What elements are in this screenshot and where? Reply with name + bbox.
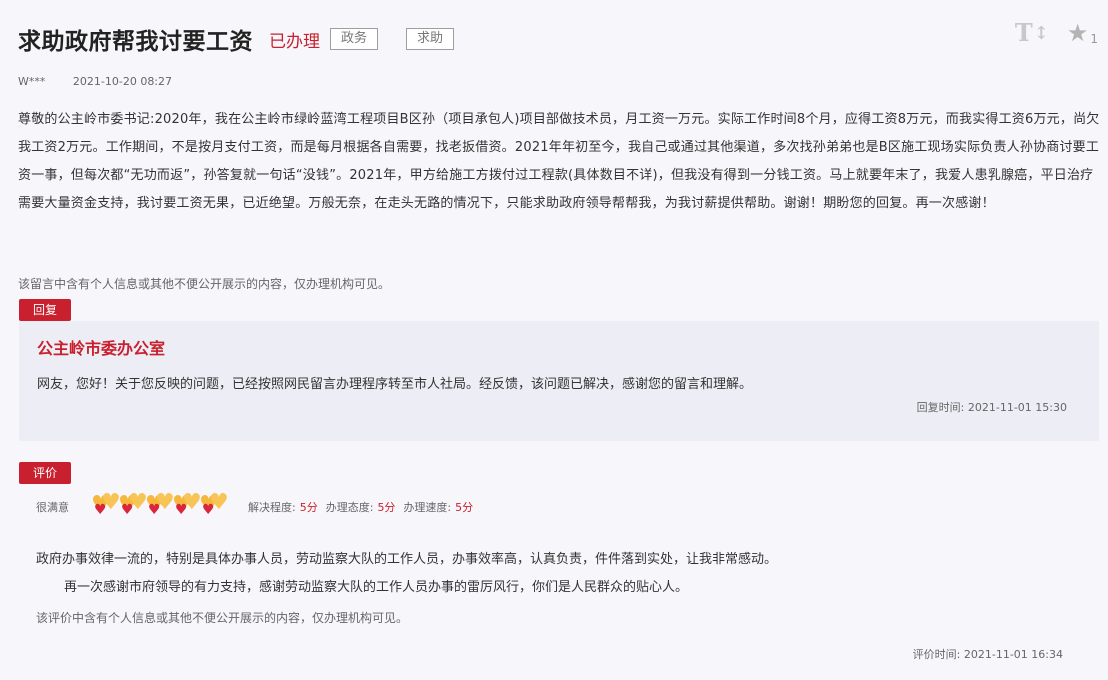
score-attitude-value: 5分 — [377, 501, 396, 514]
toolbar: T↕ ★ 1 — [1015, 18, 1098, 47]
heart-icon: ♥ ♥ ♥ — [199, 490, 229, 518]
evaluation-time-value: 2021-11-01 16:34 — [963, 648, 1063, 661]
message-content: 尊敬的公主岭市委书记:2020年，我在公主岭市绿岭蓝湾工程项目B区孙（项目承包人… — [18, 112, 1100, 211]
satisfaction-hearts: ♥ ♥ ♥ ♥ ♥ ♥ ♥ ♥ ♥ ♥ ♥ ♥ ♥ ♥ ♥ — [91, 490, 229, 520]
evaluation-badge: 评价 — [19, 462, 71, 484]
reply-badge: 回复 — [19, 299, 71, 321]
font-size-letter: T — [1014, 18, 1033, 47]
favorite-star-icon[interactable]: ★ — [1067, 19, 1089, 47]
score-speed-value: 5分 — [455, 501, 474, 514]
reply-box: 公主岭市委办公室 网友，您好！关于您反映的问题，已经按照网民留言办理程序转至市人… — [19, 321, 1099, 441]
font-size-icon[interactable]: T↕ — [1015, 18, 1049, 47]
reply-time: 回复时间: 2021-11-01 15:30 — [917, 399, 1067, 415]
author-name: W*** — [18, 75, 46, 88]
heart-icon: ♥ ♥ ♥ — [91, 490, 121, 518]
evaluation-time: 评价时间: 2021-11-01 16:34 — [913, 646, 1063, 662]
message-detail-page: 求助政府帮我讨要工资 已办理 政务 求助 T↕ ★ 1 W*** 2021-10… — [0, 0, 1108, 680]
evaluation-time-label: 评价时间: — [912, 648, 961, 661]
privacy-notice: 该留言中含有个人信息或其他不便公开展示的内容，仅办理机构可见。 — [18, 277, 391, 291]
reply-organization: 公主岭市委办公室 — [37, 339, 166, 358]
tag-government-affairs: 政务 — [330, 28, 379, 50]
tag-help-request: 求助 — [406, 28, 455, 50]
page-title: 求助政府帮我讨要工资 — [18, 29, 253, 55]
score-attitude-label: 办理态度: — [325, 501, 374, 514]
score-speed-label: 办理速度: — [403, 501, 452, 514]
status-label: 已办理 — [269, 31, 320, 52]
evaluation-text: 政府办事效律一流的，特别是具体办事人员，劳动监察大队的工作人员，办事效率高，认真… — [36, 546, 777, 602]
satisfaction-level: 很满意 — [36, 501, 69, 514]
evaluation-text-2: 再一次感谢市府领导的有力支持，感谢劳动监察大队的工作人员办事的雷厉风行，你们是人… — [64, 580, 689, 595]
score-resolution-value: 5分 — [299, 501, 318, 514]
heart-icon: ♥ ♥ ♥ — [172, 490, 202, 518]
reply-text: 网友，您好！关于您反映的问题，已经按照网民留言办理程序转至市人社局。经反馈，该问… — [37, 377, 753, 392]
heart-icon: ♥ ♥ ♥ — [145, 490, 175, 518]
evaluation-text-1: 政府办事效律一流的，特别是具体办事人员，劳动监察大队的工作人员，办事效率高，认真… — [36, 552, 778, 567]
font-size-arrows: ↕ — [1033, 23, 1049, 44]
message-meta: W*** 2021-10-20 08:27 — [18, 75, 172, 88]
heart-icon: ♥ ♥ ♥ — [118, 490, 148, 518]
score-resolution-label: 解决程度: — [248, 501, 296, 514]
reply-time-label: 回复时间: — [916, 401, 965, 414]
evaluation-privacy-notice: 该评价中含有个人信息或其他不便公开展示的内容，仅办理机构可见。 — [36, 611, 409, 625]
evaluation-row: 很满意 ♥ ♥ ♥ ♥ ♥ ♥ ♥ ♥ ♥ ♥ ♥ ♥ ♥ ♥ ♥ 解决程度: 5分 办理态度: 5分 办理速度… — [36, 490, 481, 520]
reply-time-value: 2021-11-01 15:30 — [967, 401, 1067, 414]
title-row: 求助政府帮我讨要工资 已办理 政务 求助 — [18, 22, 455, 56]
favorite-count: 1 — [1090, 31, 1098, 46]
post-date: 2021-10-20 08:27 — [72, 75, 173, 88]
